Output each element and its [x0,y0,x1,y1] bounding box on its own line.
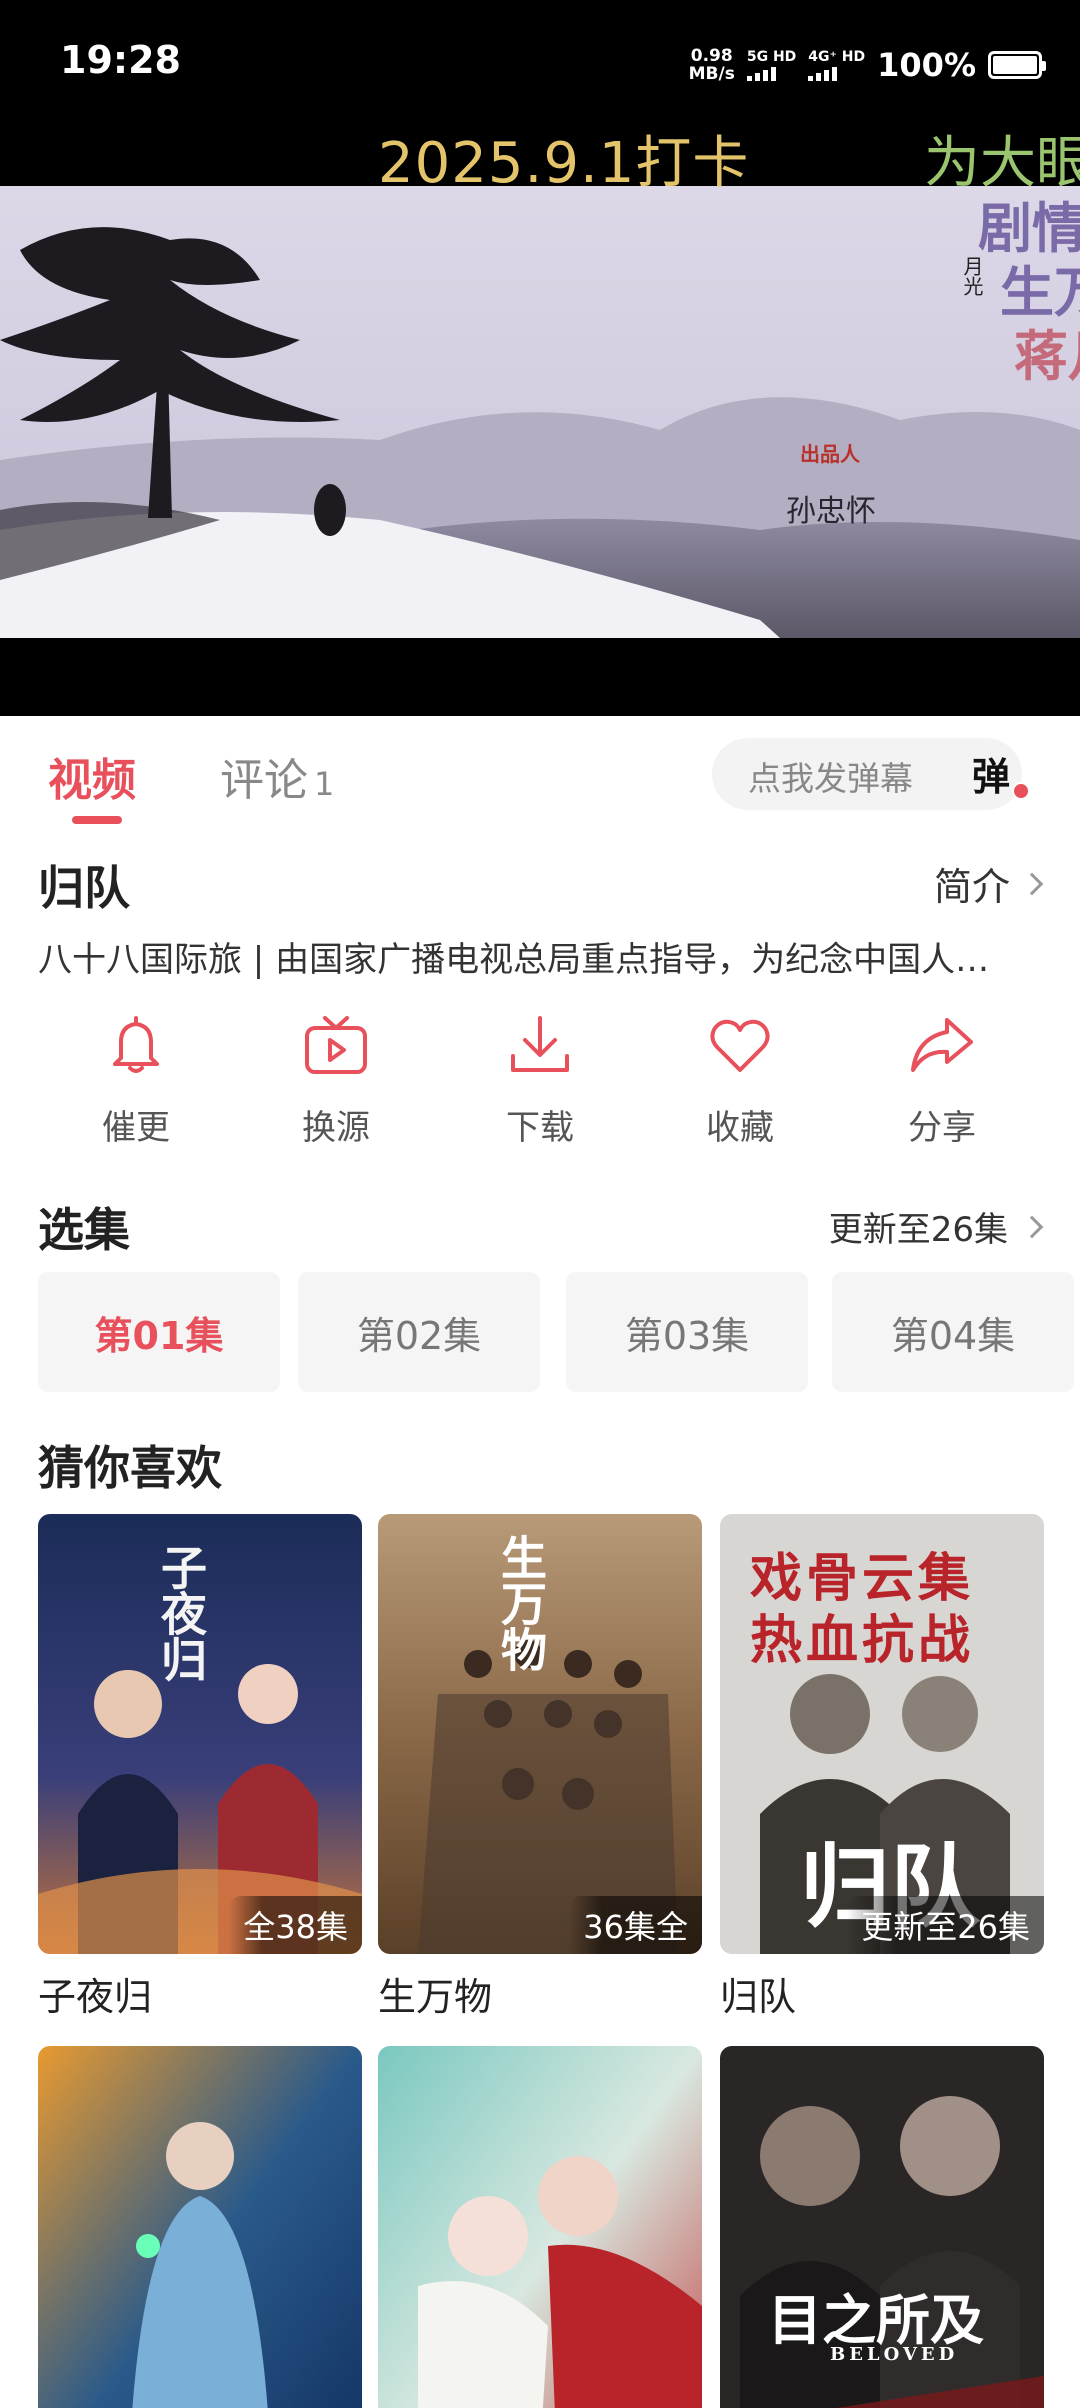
sim1-signal-icon: 5G HD [746,49,796,81]
poster-image: 子夜归 全38集 [38,1514,362,1954]
recommend-card[interactable] [38,2046,362,2408]
poster-subtitle-art: BELOVED [830,2344,959,2365]
battery-icon [988,51,1046,79]
overlay-credit-line: 蒋月 [1014,324,1080,388]
tab-indicator [72,816,122,824]
poster-image: 生万物 36集全 [378,1514,702,1954]
poster-image: 献 [378,2046,702,2408]
episode-list: 第01集 第02集 第03集 第04集 [38,1272,1080,1392]
poster-tagline: 热血抗战 [750,1610,975,1671]
card-title: 归队 [720,1975,797,2019]
comment-count: 1 [314,765,335,803]
poster-image: 戏骨云集 热血抗战 归队 更新至26集 [720,1514,1044,1954]
share-icon [911,1018,973,1072]
episode-item[interactable]: 第03集 [566,1272,808,1392]
status-bar: 19:28 0.98 MB/s 5G HD 4G⁺ HD 100% [0,0,1080,130]
tv-play-icon [305,1016,367,1074]
battery-percent: 100% [877,46,976,84]
favorite-button[interactable]: 收藏 [640,1010,840,1149]
heart-icon [710,1019,770,1072]
status-indicators: 0.98 MB/s 5G HD 4G⁺ HD 100% [688,40,1046,90]
app-root: { "status_bar": { "time": "19:28", "net_… [0,0,1080,2408]
card-title: 生万物 [378,1975,493,2019]
chevron-right-icon [1020,872,1044,895]
chevron-right-icon [1020,1215,1044,1238]
episodes-more-link[interactable]: 更新至26集 [829,1202,1044,1251]
share-button[interactable]: 分享 [842,1010,1042,1149]
urge-update-button[interactable]: 催更 [36,1010,236,1149]
download-icon [511,1016,569,1072]
status-time: 19:28 [60,38,181,82]
danmu-on-icon [1012,782,1030,800]
danmu-comment: 2025.9.1打卡 [378,131,750,196]
card-title: 子夜归 [38,1975,153,2019]
show-description: 八十八国际旅 | 由国家广播电视总局重点指导，为纪念中国人… [38,940,990,980]
recommend-card[interactable]: 子夜归 全38集 子夜归 [38,1514,362,2021]
episode-badge: 全38集 [229,1896,362,1954]
episode-item[interactable]: 第02集 [298,1272,540,1392]
moon-label: 月光 [960,256,984,296]
switch-source-button[interactable]: 换源 [236,1010,436,1149]
net-speed: 0.98 MB/s [688,46,735,84]
download-button[interactable]: 下载 [440,1010,640,1149]
episode-item[interactable]: 第01集 [38,1272,280,1392]
recommend-title: 猜你喜欢 [38,1441,222,1495]
poster-title-art: 生万物 [494,1534,548,1672]
episode-item[interactable]: 第04集 [832,1272,1074,1392]
bell-icon [113,1016,159,1073]
intro-link[interactable]: 简介 [934,856,1044,911]
recommend-card[interactable]: 目之所及 BELOVED [720,2046,1044,2408]
poster-image [38,2046,362,2408]
poster-title-art: 献 [508,2396,578,2408]
tab-video[interactable]: 视频 [48,744,136,808]
episode-badge: 更新至26集 [847,1896,1044,1954]
tab-comment[interactable]: 评论 1 [220,744,334,808]
action-row: 催更 换源 下载 收藏 分享 [0,1010,1080,1170]
poster-image: 目之所及 BELOVED [720,2046,1044,2408]
episodes-title: 选集 [38,1203,130,1257]
danmu-toggle-button[interactable]: 弹 [972,746,1032,806]
episode-badge: 36集全 [569,1896,702,1954]
video-frame [0,186,1080,638]
poster-title-art: 子夜归 [154,1544,208,1682]
recommend-card[interactable]: 献 [378,2046,702,2408]
recommend-card[interactable]: 生万物 36集全 生万物 [378,1514,702,2021]
recommend-card[interactable]: 戏骨云集 热血抗战 归队 更新至26集 归队 [720,1514,1044,2021]
video-player[interactable]: 2025.9.1打卡 为大眼 剧情 生万 蒋月 月光 出品人 孙忠怀 [0,130,1080,716]
producer-name: 孙忠怀 [786,494,876,529]
show-title: 归队 [38,861,130,915]
producer-title: 出品人 [800,442,860,466]
sim2-signal-icon: 4G⁺ HD [808,49,865,81]
